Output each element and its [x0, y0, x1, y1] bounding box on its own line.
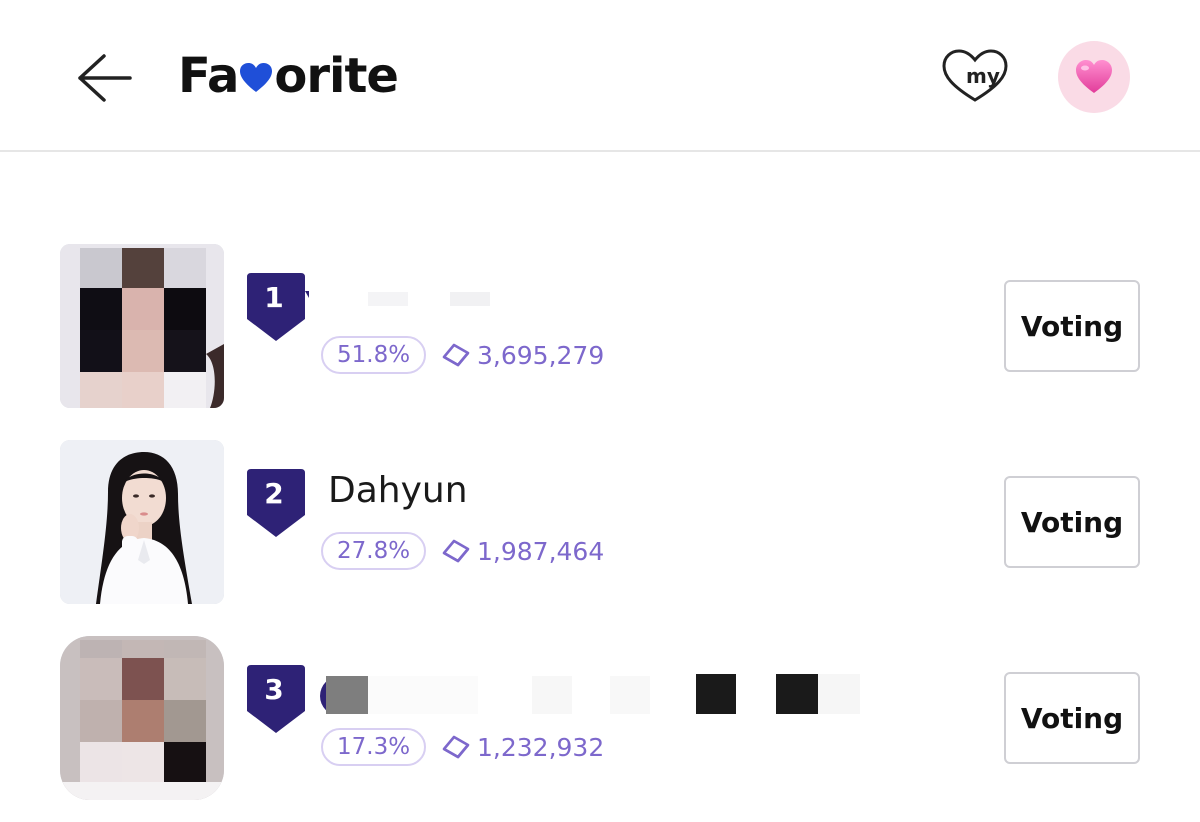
vote-count: 1,232,932 [441, 728, 604, 766]
gem-icon [442, 539, 470, 563]
vote-percentage: 17.3% [321, 728, 427, 766]
ranking-row: 2 Dahyun 27.8% 1,987,464 Voting [0, 440, 1200, 605]
my-label: my [966, 64, 1000, 88]
vote-count-value: 1,232,932 [477, 732, 605, 762]
idol-name: Dahyun [328, 470, 468, 511]
voting-button[interactable]: Voting [1004, 280, 1140, 372]
pink-heart-icon [1076, 60, 1112, 93]
vote-count-value: 3,695,279 [477, 340, 605, 370]
rank-badge: 3 [243, 663, 309, 735]
gem-icon [442, 735, 470, 759]
back-button[interactable] [70, 50, 134, 106]
page-title: Fa orite [178, 44, 399, 108]
title-text-start: Fa [178, 48, 239, 104]
idol-photo [60, 440, 224, 604]
gem-icon [442, 343, 470, 367]
heart-button[interactable] [1058, 41, 1130, 113]
rank-badge: 2 [243, 467, 309, 539]
vote-count-value: 1,987,464 [477, 536, 605, 566]
ranking-row: 3 17.3% 1,232,932 Voting [0, 636, 1200, 801]
vote-percentage: 27.8% [321, 532, 427, 570]
ranking-row: 1 51.8% 3,695,279 Voting [0, 244, 1200, 409]
voting-button[interactable]: Voting [1004, 672, 1140, 764]
vote-count: 1,987,464 [441, 532, 604, 570]
voting-button[interactable]: Voting [1004, 476, 1140, 568]
rank-number: 2 [264, 477, 284, 510]
rank-badge: 1 [243, 271, 327, 343]
heart-logo-icon [240, 63, 273, 92]
title-text-end: orite [274, 48, 399, 104]
arrow-left-icon [78, 54, 132, 102]
censored-name [320, 674, 860, 714]
vote-percentage: 51.8% [321, 336, 427, 374]
censored-name [368, 292, 490, 306]
rank-number: 1 [264, 281, 284, 314]
vote-count: 3,695,279 [441, 336, 604, 374]
idol-photo [60, 636, 224, 800]
idol-portrait [60, 440, 224, 604]
my-favorite-button[interactable]: my [940, 48, 1010, 104]
pixelated-photo [60, 636, 224, 800]
app-header: Fa orite my [0, 0, 1200, 152]
idol-photo [60, 244, 224, 408]
rank-number: 3 [264, 673, 284, 706]
pixelated-photo [60, 244, 224, 408]
